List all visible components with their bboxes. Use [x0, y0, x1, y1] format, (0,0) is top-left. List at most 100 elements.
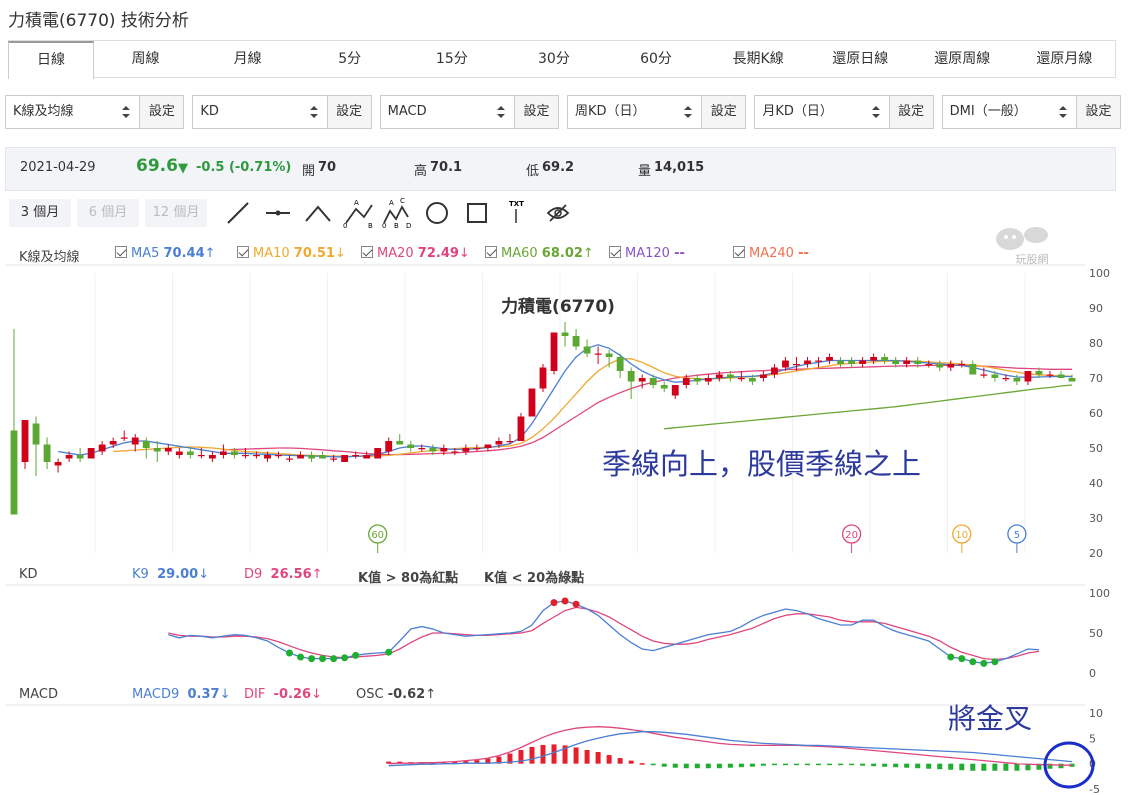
candle-body	[969, 364, 977, 375]
kd-green-dot	[947, 653, 955, 661]
candle-body	[153, 448, 161, 452]
candle-body	[385, 441, 393, 452]
kd-green-dot	[308, 655, 316, 663]
candle-body	[870, 357, 878, 361]
osc-bar	[595, 752, 601, 764]
candle-body	[914, 360, 922, 364]
candle-body	[572, 336, 580, 347]
candle-body	[583, 346, 591, 354]
ma-marker-label: 60	[371, 530, 384, 541]
kd-red-dot	[550, 599, 558, 607]
candle-body	[991, 374, 999, 378]
candle-body	[1046, 374, 1054, 376]
osc-bar	[694, 763, 700, 769]
candle-body	[1002, 378, 1010, 380]
candle-body	[682, 378, 690, 385]
price-ytick-label: 30	[1089, 512, 1103, 525]
osc-bar	[893, 763, 899, 768]
kd-ytick-label: 50	[1089, 627, 1103, 640]
osc-bar	[992, 763, 998, 771]
price-ytick-label: 90	[1089, 302, 1103, 315]
osc-bar	[904, 763, 910, 768]
candle-body	[429, 448, 437, 452]
candle-body	[506, 441, 514, 443]
price-ytick-label: 50	[1089, 442, 1103, 455]
kd-red-dot	[572, 600, 580, 608]
candle-body	[848, 360, 855, 364]
candle-body	[627, 371, 635, 382]
candle-body	[748, 378, 756, 382]
candle-body	[21, 420, 29, 462]
candle-body	[826, 357, 833, 361]
osc-bar	[926, 763, 932, 769]
candle-body	[242, 455, 249, 457]
osc-bar	[915, 763, 921, 769]
candle-body	[980, 374, 988, 376]
candle-body	[616, 357, 624, 371]
kd-green-dot	[352, 651, 360, 659]
candle-body	[54, 462, 62, 466]
candle-body	[363, 455, 371, 459]
osc-bar	[1014, 763, 1020, 771]
candle-body	[804, 360, 811, 364]
osc-bar	[816, 763, 822, 766]
osc-bar	[672, 763, 678, 768]
ma60-line	[664, 384, 1073, 430]
candle-body	[517, 416, 525, 441]
price-ytick-label: 70	[1089, 372, 1103, 385]
osc-bar	[628, 760, 634, 764]
osc-bar	[1003, 763, 1009, 771]
candle-body	[231, 451, 238, 455]
candle-body	[264, 455, 271, 459]
osc-bar	[970, 763, 976, 771]
candle-body	[528, 388, 536, 417]
macd-ytick-label: 10	[1089, 707, 1103, 720]
candle-body	[925, 364, 933, 366]
candle-body	[98, 444, 106, 452]
candle-body	[815, 360, 822, 362]
candle-body	[859, 360, 867, 364]
candle-body	[352, 455, 360, 457]
osc-bar	[760, 763, 766, 766]
candle-body	[936, 364, 944, 368]
osc-bar	[749, 763, 755, 767]
candle-body	[1057, 374, 1065, 378]
candle-body	[837, 360, 844, 364]
ma-marker-label: 5	[1014, 530, 1020, 541]
macd-annotation: 將金叉	[948, 702, 1032, 735]
candle-body	[462, 448, 470, 452]
candle-body	[451, 451, 459, 453]
osc-bar	[1058, 763, 1064, 769]
osc-bar	[639, 763, 645, 765]
kd-green-dot	[969, 658, 977, 666]
osc-bar	[727, 763, 733, 768]
candle-body	[561, 332, 569, 336]
kd-green-dot	[319, 655, 327, 663]
candle-body	[175, 451, 183, 455]
main-annotation: 季線向上，股價季線之上	[602, 447, 921, 481]
candle-body	[341, 455, 349, 462]
candle-body	[473, 448, 481, 450]
osc-bar	[683, 763, 689, 769]
kd-red-dot	[561, 597, 569, 605]
candle-body	[407, 444, 415, 448]
price-ytick-label: 20	[1089, 547, 1103, 560]
macd-ytick-label: -5	[1089, 783, 1100, 795]
stock-chart: 2030405060708090100050100-5051060 20 10 5力積…	[5, 264, 1110, 795]
candle-body	[418, 448, 426, 450]
candle-body	[208, 455, 216, 459]
osc-bar	[782, 763, 788, 766]
osc-bar	[661, 763, 667, 767]
candle-body	[308, 455, 315, 459]
osc-bar	[849, 763, 855, 766]
candle-body	[782, 360, 789, 368]
candle-body	[1035, 371, 1043, 375]
candle-body	[76, 455, 84, 459]
candle-body	[330, 458, 338, 460]
ma10-line	[113, 358, 1073, 458]
kd-green-dot	[991, 658, 999, 666]
candle-body	[903, 360, 911, 364]
kd-green-dot	[958, 655, 966, 663]
osc-bar	[606, 755, 612, 764]
candle-body	[605, 353, 613, 357]
